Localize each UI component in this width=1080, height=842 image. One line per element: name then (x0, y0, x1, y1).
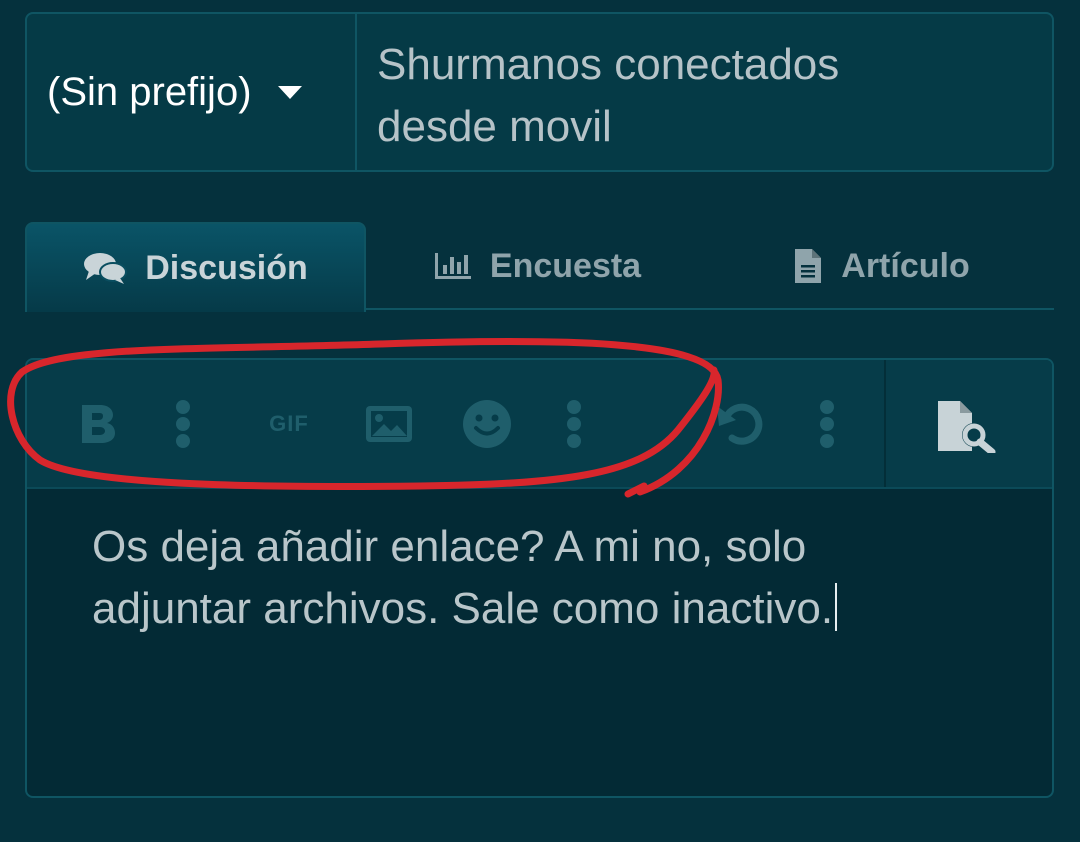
title-line-1: Shurmanos conectados (377, 40, 840, 89)
image-button[interactable] (362, 398, 416, 450)
toolbar-divider (884, 360, 886, 487)
text-cursor (835, 583, 838, 631)
more-vertical-icon (176, 400, 190, 448)
smiley-icon (463, 400, 511, 448)
chevron-down-icon (277, 85, 302, 99)
editor-line-2: adjuntar archivos. Sale como inactivo. (92, 578, 992, 640)
prefix-dropdown[interactable]: (Sin prefijo) (27, 14, 357, 170)
tab-label: Discusión (145, 248, 308, 287)
title-input[interactable]: Shurmanos conectados desde movil (357, 14, 1052, 170)
editor-toolbar: GIF (27, 360, 1052, 489)
bold-icon (82, 405, 115, 443)
image-icon (366, 406, 412, 442)
poll-chart-icon (434, 253, 471, 279)
more-vertical-icon (820, 400, 834, 448)
message-editor: GIF Os deja añadir enlace? A mi no, solo… (25, 358, 1054, 798)
preview-button[interactable] (932, 400, 1000, 453)
more-button[interactable] (169, 398, 197, 450)
tab-discusion[interactable]: Discusión (25, 222, 366, 312)
preview-icon (938, 401, 996, 453)
undo-button[interactable] (712, 398, 768, 450)
chat-bubbles-icon (84, 253, 128, 284)
gif-icon: GIF (269, 411, 309, 436)
bold-button[interactable] (75, 398, 121, 450)
undo-icon (717, 403, 763, 445)
post-type-tabs: Discusión Encuesta Artículo (25, 222, 1054, 312)
tab-articulo[interactable]: Artículo (709, 222, 1054, 310)
more-button[interactable] (813, 398, 841, 450)
document-icon (795, 249, 822, 283)
title-line-2: desde movil (377, 102, 612, 151)
editor-content[interactable]: Os deja añadir enlace? A mi no, solo adj… (92, 516, 992, 640)
more-vertical-icon (567, 400, 581, 448)
tab-label: Encuesta (489, 246, 642, 285)
prefix-label: (Sin prefijo) (47, 69, 252, 114)
editor-line-2-text: adjuntar archivos. Sale como inactivo. (92, 584, 834, 633)
gif-button[interactable]: GIF (259, 398, 319, 450)
emoji-button[interactable] (461, 398, 513, 450)
tab-label: Artículo (841, 246, 970, 285)
thread-title-row: (Sin prefijo) Shurmanos conectados desde… (25, 12, 1054, 172)
editor-line-1: Os deja añadir enlace? A mi no, solo (92, 522, 807, 571)
tab-encuesta[interactable]: Encuesta (366, 222, 709, 310)
more-button[interactable] (560, 398, 588, 450)
